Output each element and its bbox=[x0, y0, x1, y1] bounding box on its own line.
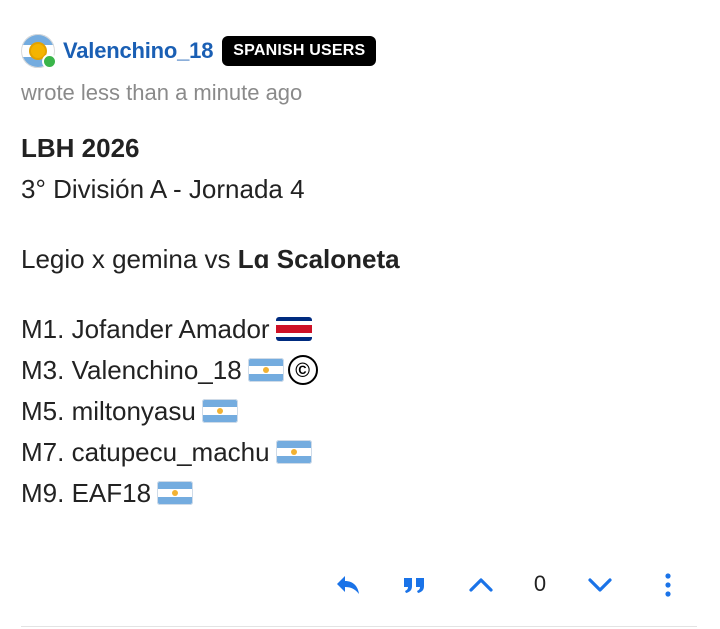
argentina-flag-icon bbox=[247, 358, 284, 383]
costa-rica-flag-icon bbox=[275, 317, 312, 342]
match-home: Legio x gemina vs bbox=[21, 244, 238, 274]
player-row: M7. catupecu_machu bbox=[21, 432, 400, 473]
player-label: M7. catupecu_machu bbox=[21, 437, 270, 467]
online-status-dot bbox=[42, 54, 57, 69]
kebab-menu-icon bbox=[665, 573, 671, 597]
downvote-button[interactable] bbox=[582, 567, 618, 603]
group-badge[interactable]: SPANISH USERS bbox=[222, 36, 377, 66]
player-label: M1. Jofander Amador bbox=[21, 314, 270, 344]
chevron-down-icon bbox=[588, 578, 612, 592]
chevron-up-icon bbox=[469, 578, 493, 592]
post-header: Valenchino_18 SPANISH USERS bbox=[21, 34, 377, 69]
reply-button[interactable] bbox=[330, 567, 366, 603]
player-label: M5. miltonyasu bbox=[21, 396, 196, 426]
user-avatar[interactable] bbox=[21, 34, 57, 69]
player-row: M3. Valenchino_18 © bbox=[21, 350, 400, 391]
post-content: LBH 2026 3° División A - Jornada 4 Legio… bbox=[21, 128, 400, 514]
post-timestamp[interactable]: wrote less than a minute ago bbox=[21, 80, 302, 106]
player-row: M9. EAF18 bbox=[21, 473, 400, 514]
quote-icon bbox=[404, 578, 424, 593]
match-opponent: Lɑ Scaloneta bbox=[237, 244, 400, 274]
argentina-flag-icon bbox=[157, 481, 194, 506]
quote-button[interactable] bbox=[396, 567, 432, 603]
upvote-button[interactable] bbox=[463, 567, 499, 603]
forum-post: Valenchino_18 SPANISH USERS wrote less t… bbox=[0, 0, 720, 629]
player-label: M3. Valenchino_18 bbox=[21, 355, 242, 385]
player-row: M5. miltonyasu bbox=[21, 391, 400, 432]
post-title: LBH 2026 bbox=[21, 133, 140, 163]
more-options-button[interactable] bbox=[650, 567, 686, 603]
username-link[interactable]: Valenchino_18 bbox=[63, 38, 213, 64]
reply-icon bbox=[337, 576, 359, 594]
post-divider bbox=[21, 626, 697, 627]
player-label: M9. EAF18 bbox=[21, 478, 152, 508]
argentina-flag-icon bbox=[275, 440, 312, 465]
player-row: M1. Jofander Amador bbox=[21, 309, 400, 350]
copyright-icon: © bbox=[287, 355, 318, 386]
argentina-flag-icon bbox=[201, 399, 238, 424]
post-subtitle: 3° División A - Jornada 4 bbox=[21, 174, 305, 204]
vote-count: 0 bbox=[533, 571, 547, 596]
match-line: Legio x gemina vs Lɑ Scaloneta bbox=[21, 239, 400, 280]
